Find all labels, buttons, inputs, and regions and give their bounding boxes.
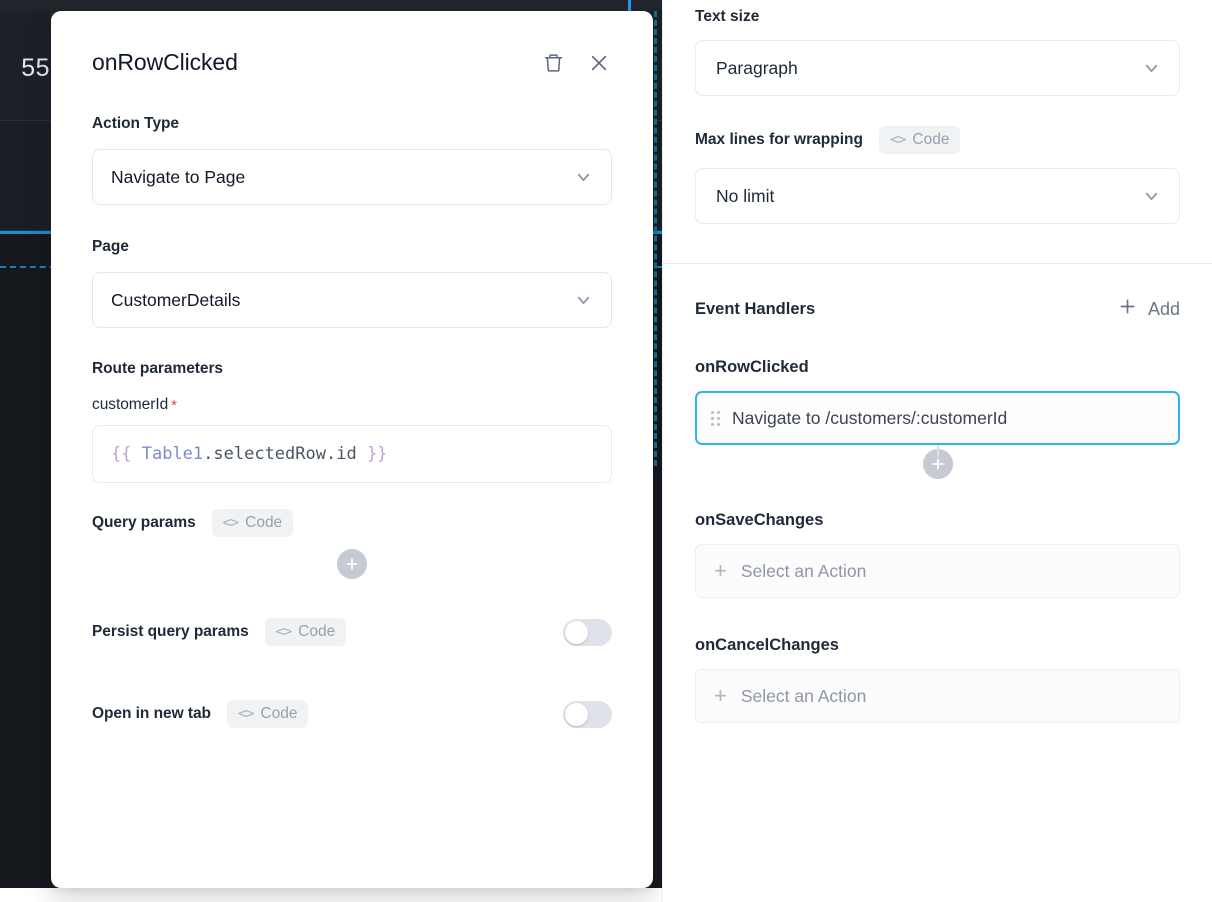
open-in-new-tab-code-toggle[interactable]: <> Code: [226, 700, 309, 728]
query-params-code-toggle[interactable]: <> Code: [211, 509, 294, 537]
persist-query-params-toggle[interactable]: [563, 618, 612, 646]
action-type-select[interactable]: Navigate to Page: [92, 149, 612, 205]
code-chip-label: Code: [245, 514, 283, 531]
text-size-label: Text size: [695, 8, 760, 25]
customer-id-param-label-row: customerId *: [92, 396, 612, 414]
event-handlers-section: Event Handlers Add onRowClicked Navigate…: [663, 264, 1212, 723]
code-brackets-icon: <>: [237, 706, 255, 722]
code-brackets-icon: <>: [275, 624, 293, 640]
canvas-topbar: [0, 0, 662, 11]
text-size-value: Paragraph: [716, 57, 798, 78]
modal-header: onRowClicked: [92, 11, 612, 76]
drag-handle-icon[interactable]: [711, 410, 720, 426]
event-handlers-title: Event Handlers: [695, 299, 816, 318]
select-action-placeholder: Select an Action: [740, 560, 867, 581]
page-select[interactable]: CustomerDetails: [92, 272, 612, 328]
event-handler-name-onsavechanges: onSaveChanges: [695, 511, 824, 529]
max-lines-label: Max lines for wrapping: [695, 131, 863, 148]
open-in-new-tab-row: Open in new tab <> Code: [92, 697, 612, 731]
add-query-param-button[interactable]: [337, 549, 367, 579]
select-action-placeholder: Select an Action: [740, 685, 867, 706]
trash-icon[interactable]: [540, 50, 566, 76]
event-handlers-header: Event Handlers Add: [695, 296, 1180, 322]
inspector-panel: Text size Paragraph Max lines for wrappi…: [662, 0, 1212, 902]
open-in-new-tab-label: Open in new tab: [92, 705, 211, 722]
page-value: CustomerDetails: [111, 289, 241, 310]
code-token-identifier: Table1: [141, 444, 204, 464]
page-label: Page: [92, 238, 129, 255]
action-editor-modal: onRowClicked Action Type Navigate to Pag…: [51, 11, 653, 888]
canvas-selection-marker-vertical: [628, 0, 631, 11]
modal-title: onRowClicked: [92, 49, 238, 75]
plus-icon: +: [714, 683, 727, 708]
action-type-label: Action Type: [92, 115, 180, 132]
max-lines-value: No limit: [716, 185, 775, 206]
close-icon[interactable]: [586, 50, 612, 76]
plus-icon: +: [714, 558, 727, 583]
code-chip-label: Code: [298, 623, 336, 640]
canvas-dashed-guide-vertical: [654, 11, 657, 466]
app-root: 55 onRowClicked Action Type Navigate to …: [0, 0, 1212, 902]
query-params-label: Query params: [92, 514, 196, 531]
chevron-down-icon: [574, 168, 593, 187]
code-token-close-brace: }}: [366, 444, 388, 464]
persist-query-params-label: Persist query params: [92, 623, 249, 640]
event-handler-action-oncancelchanges[interactable]: + Select an Action: [695, 669, 1180, 723]
code-chip-label: Code: [260, 705, 298, 722]
max-lines-code-toggle[interactable]: <> Code: [878, 126, 961, 154]
code-chip-label: Code: [912, 131, 950, 148]
chevron-down-icon: [1142, 59, 1161, 78]
customer-id-param-label: customerId: [92, 396, 169, 413]
connector-line: [936, 445, 939, 457]
add-event-handler-button[interactable]: Add: [1117, 296, 1180, 322]
open-in-new-tab-toggle[interactable]: [563, 700, 612, 728]
code-brackets-icon: <>: [222, 515, 240, 531]
chevron-down-icon: [574, 291, 593, 310]
add-action-connector: [695, 445, 1180, 483]
modal-header-actions: [540, 50, 612, 76]
add-event-handler-label: Add: [1147, 298, 1180, 319]
code-token-rest: .selectedRow.id: [203, 444, 357, 464]
event-handler-name-onrowclicked: onRowClicked: [695, 358, 809, 376]
chevron-down-icon: [1142, 187, 1161, 206]
action-type-value: Navigate to Page: [111, 166, 246, 187]
canvas-cell-value: 55: [21, 54, 50, 82]
customer-id-value-input[interactable]: {{ Table1 .selectedRow.id }}: [92, 425, 612, 483]
event-handler-action-text: Navigate to /customers/:customerId: [732, 407, 1008, 428]
toggle-knob: [565, 702, 588, 726]
route-parameters-label: Route parameters: [92, 360, 223, 377]
query-params-row: Query params <> Code: [92, 509, 612, 537]
persist-query-params-row: Persist query params <> Code: [92, 615, 612, 649]
toggle-knob: [565, 620, 588, 644]
text-size-select[interactable]: Paragraph: [695, 40, 1180, 96]
required-marker: *: [171, 396, 178, 414]
event-handler-name-oncancelchanges: onCancelChanges: [695, 636, 839, 654]
code-brackets-icon: <>: [889, 132, 907, 148]
query-params-add-wrapper: [92, 549, 612, 579]
event-handler-action-onrowclicked[interactable]: Navigate to /customers/:customerId: [695, 391, 1180, 445]
plus-icon: [1117, 296, 1138, 322]
text-settings-section: Text size Paragraph Max lines for wrappi…: [663, 0, 1212, 263]
max-lines-select[interactable]: No limit: [695, 168, 1180, 224]
code-token-open-brace: {{: [111, 444, 132, 464]
max-lines-row: Max lines for wrapping <> Code: [695, 126, 1180, 154]
event-handler-action-onsavechanges[interactable]: + Select an Action: [695, 544, 1180, 598]
canvas-bottom-strip: [0, 888, 662, 902]
persist-query-params-code-toggle[interactable]: <> Code: [264, 618, 347, 646]
